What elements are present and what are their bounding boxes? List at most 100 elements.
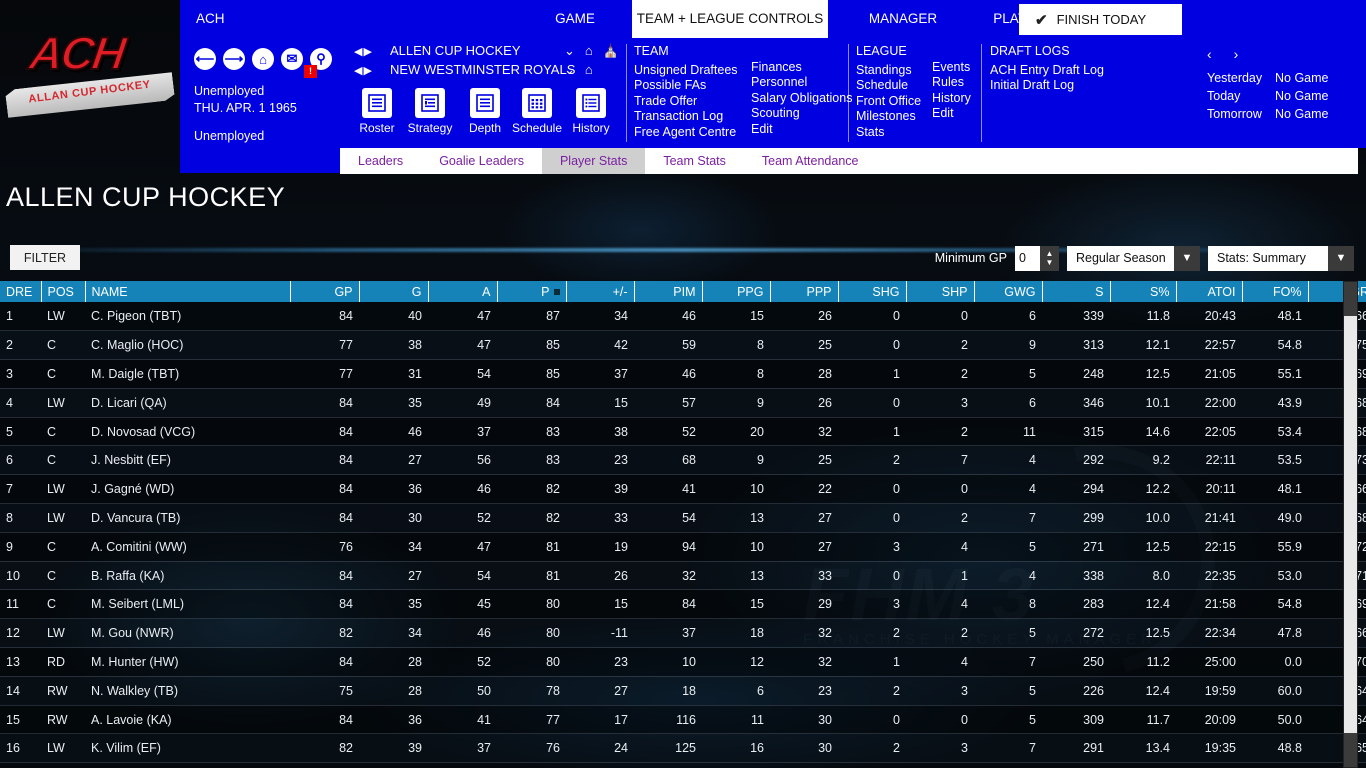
table-row[interactable]: 8 LW D. Vancura (TB) 84 30 52 82 33 54 13 27 0 2 7 299… xyxy=(0,503,1366,533)
forward-icon[interactable]: ⟶ xyxy=(223,48,245,70)
chevron-left-icon[interactable]: ‹ xyxy=(1207,46,1212,62)
team-menu-item[interactable]: Possible FAs xyxy=(634,78,738,94)
filter-button[interactable]: FILTER xyxy=(10,245,80,270)
league-menu-item[interactable]: Edit xyxy=(932,106,971,122)
team-menu-item[interactable]: Edit xyxy=(751,122,852,138)
minimum-gp-stepper[interactable]: 0 ▲ ▼ xyxy=(1015,245,1059,271)
league-menu-item[interactable]: Events xyxy=(932,60,971,76)
finish-today-button[interactable]: ✔ FINISH TODAY xyxy=(1019,4,1182,35)
shortcut-strategy[interactable]: Strategy xyxy=(402,88,458,135)
table-row[interactable]: 3 C M. Daigle (TBT) 77 31 54 85 37 46 8 28 1 2 5 248 12… xyxy=(0,359,1366,389)
cell-player-name[interactable]: D. Licari (QA) xyxy=(85,388,290,418)
back-icon[interactable]: ⟵ xyxy=(194,48,216,70)
chevron-down-icon[interactable]: ▼ xyxy=(1046,258,1054,267)
column-header-pos[interactable]: POS xyxy=(41,281,86,302)
minimum-gp-value[interactable]: 0 xyxy=(1015,245,1040,271)
stats-view-select[interactable]: Stats: Summary ▼ xyxy=(1208,245,1354,271)
shortcut-roster[interactable]: Roster xyxy=(349,88,405,135)
table-row[interactable]: 12 LW M. Gou (NWR) 82 34 46 80 -11 37 18 32 2 2 5 272 1… xyxy=(0,618,1366,649)
league-menu-item[interactable]: Stats xyxy=(856,125,921,141)
cell-player-name[interactable]: J. Nesbitt (EF) xyxy=(85,445,290,476)
column-header-fo[interactable]: FO% xyxy=(1242,281,1309,302)
team-menu-item[interactable]: Salary Obligations xyxy=(751,91,852,107)
mail-icon[interactable]: ✉ xyxy=(281,48,303,70)
column-header-pim[interactable]: PIM xyxy=(634,281,703,302)
column-header-p[interactable]: P xyxy=(497,281,567,302)
tab-team-attendance[interactable]: Team Attendance xyxy=(744,148,877,174)
cell-player-name[interactable]: J. Gagné (WD) xyxy=(85,474,290,505)
chevron-down-icon[interactable]: ▼ xyxy=(1328,245,1354,271)
table-row[interactable]: 11 C M. Seibert (LML) 84 35 45 80 15 84 15 29 3 4 8 28… xyxy=(0,589,1366,620)
cell-player-name[interactable]: C. Pigeon (TBT) xyxy=(85,302,290,332)
table-row[interactable]: 9 C A. Comitini (WW) 76 34 47 81 19 94 10 27 3 4 5 271… xyxy=(0,532,1366,562)
scrollbar-thumb-top[interactable] xyxy=(1344,282,1357,316)
league-selector-row[interactable]: ◀▶ ALLEN CUP HOCKEY xyxy=(354,43,521,58)
cell-player-name[interactable]: B. Raffa (KA) xyxy=(85,561,290,591)
shortcut-depth[interactable]: Depth xyxy=(457,88,513,135)
chevron-down-icon[interactable]: ▼ xyxy=(1174,245,1200,271)
cell-player-name[interactable]: M. Gou (NWR) xyxy=(85,618,290,649)
league-prev-next-arrows[interactable]: ◀▶ xyxy=(354,46,373,58)
team-prev-next-arrows[interactable]: ◀▶ xyxy=(354,65,373,77)
column-header-g[interactable]: G xyxy=(359,281,429,302)
cell-player-name[interactable]: M. Seibert (LML) xyxy=(85,589,290,620)
league-menu-item[interactable]: Standings xyxy=(856,63,921,79)
table-vertical-scrollbar[interactable] xyxy=(1343,281,1358,768)
column-header-dre[interactable]: DRE xyxy=(0,281,42,302)
tab-goalie-leaders[interactable]: Goalie Leaders xyxy=(421,148,542,174)
shortcut-history[interactable]: History xyxy=(563,88,619,135)
team-menu-item[interactable]: Trade Offer xyxy=(634,94,738,110)
column-header-gp[interactable]: GP xyxy=(290,281,360,302)
cell-player-name[interactable]: N. Walkley (TB) xyxy=(85,676,290,706)
table-row[interactable]: 5 C D. Novosad (VCG) 84 46 37 83 38 52 20 32 1 2 11 31… xyxy=(0,417,1366,447)
stepper-arrows[interactable]: ▲ ▼ xyxy=(1040,245,1059,271)
chevron-right-icon[interactable]: › xyxy=(1234,46,1239,62)
team-menu-item[interactable]: Free Agent Centre xyxy=(634,125,738,141)
cell-player-name[interactable]: C. Maglio (HOC) xyxy=(85,330,290,361)
home-icon[interactable]: ⌂ xyxy=(585,43,593,59)
column-header-shg[interactable]: SHG xyxy=(838,281,907,302)
tab-team-stats[interactable]: Team Stats xyxy=(645,148,744,174)
team-selector-row[interactable]: ◀▶ NEW WESTMINSTER ROYALS xyxy=(354,62,575,77)
chevron-double-down-icon[interactable]: ⌄ xyxy=(564,62,575,78)
cell-player-name[interactable]: M. Hunter (HW) xyxy=(85,647,290,677)
column-header-shp[interactable]: SHP xyxy=(906,281,975,302)
league-menu-item[interactable]: Schedule xyxy=(856,78,921,94)
home-icon[interactable]: ⌂ xyxy=(252,48,274,70)
draft-logs-menu-item[interactable]: Initial Draft Log xyxy=(990,78,1104,94)
table-row[interactable]: 6 C J. Nesbitt (EF) 84 27 56 83 23 68 9 25 2 7 4 292 9.… xyxy=(0,445,1366,476)
cell-player-name[interactable]: D. Vancura (TB) xyxy=(85,503,290,533)
column-header-ppg[interactable]: PPG xyxy=(702,281,771,302)
table-row[interactable]: 16 LW K. Vilim (EF) 82 39 37 76 24 125 16 30 2 3 7 291… xyxy=(0,733,1366,764)
column-header-a[interactable]: A xyxy=(428,281,498,302)
table-row[interactable]: 10 C B. Raffa (KA) 84 27 54 81 26 32 13 33 0 1 4 338 8.… xyxy=(0,561,1366,591)
team-menu-item[interactable]: Finances xyxy=(751,60,852,76)
scrollbar-thumb-bottom[interactable] xyxy=(1344,733,1357,767)
league-menu-item[interactable]: Milestones xyxy=(856,109,921,125)
team-menu-item[interactable]: Transaction Log xyxy=(634,109,738,125)
table-row[interactable]: 1 LW C. Pigeon (TBT) 84 40 47 87 34 46 15 26 0 0 6 339… xyxy=(0,302,1366,332)
chevron-up-icon[interactable]: ▲ xyxy=(1046,249,1054,258)
table-row[interactable]: 7 LW J. Gagné (WD) 84 36 46 82 39 41 10 22 0 0 4 294 12… xyxy=(0,474,1366,505)
cell-player-name[interactable]: M. Daigle (TBT) xyxy=(85,359,290,389)
season-select[interactable]: Regular Season ▼ xyxy=(1067,245,1200,271)
globe-icon[interactable]: ⛪ xyxy=(603,43,619,59)
menu-team-league-controls[interactable]: TEAM + LEAGUE CONTROLS xyxy=(632,0,828,38)
table-row[interactable]: 4 LW D. Licari (QA) 84 35 49 84 15 57 9 26 0 3 6 346 10… xyxy=(0,388,1366,418)
column-header-ppp[interactable]: PPP xyxy=(770,281,839,302)
league-menu-item[interactable]: History xyxy=(932,91,971,107)
chevron-double-down-icon[interactable]: ⌄ xyxy=(564,43,575,59)
tab-leaders[interactable]: Leaders xyxy=(340,148,421,174)
league-menu-item[interactable]: Rules xyxy=(932,75,971,91)
league-menu-item[interactable]: Front Office xyxy=(856,94,921,110)
table-row[interactable]: 14 RW N. Walkley (TB) 75 28 50 78 27 18 6 23 2 3 5 226… xyxy=(0,676,1366,706)
team-menu-item[interactable]: Personnel xyxy=(751,75,852,91)
menu-game[interactable]: GAME xyxy=(520,0,630,38)
cell-player-name[interactable]: D. Novosad (VCG) xyxy=(85,417,290,447)
column-header-atoi[interactable]: ATOI xyxy=(1176,281,1243,302)
column-header-name[interactable]: NAME xyxy=(85,281,291,302)
tab-player-stats[interactable]: Player Stats xyxy=(541,148,646,174)
column-header-s[interactable]: S% xyxy=(1110,281,1177,302)
column-header-gwg[interactable]: GWG xyxy=(974,281,1043,302)
table-row[interactable]: 2 C C. Maglio (HOC) 77 38 47 85 42 59 8 25 0 2 9 313 12… xyxy=(0,330,1366,361)
